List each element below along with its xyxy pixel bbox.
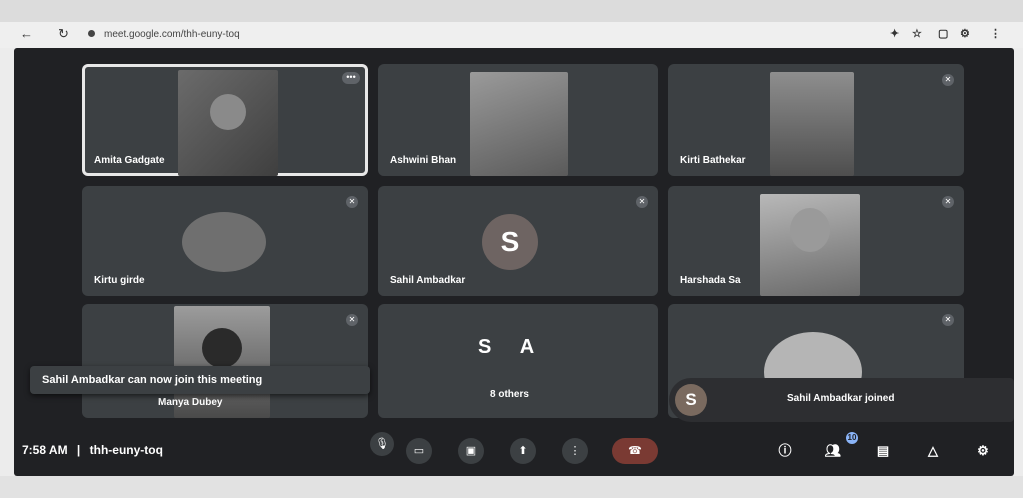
meeting-details-icon[interactable]: ⓘ (774, 440, 796, 462)
participant-tile[interactable]: ✕ Kirti Bathekar (668, 64, 964, 176)
meeting-time: 7:58 AM (22, 443, 68, 457)
present-screen-icon[interactable]: ⬆ (510, 438, 536, 464)
joined-message: Sahil Ambadkar joined (787, 393, 895, 404)
meeting-control-bar: 7:58 AM | thh-euny-toq 🎙︎ ▭ ▣ ⬆ ⋮ ☎ ⓘ 👥︎… (14, 428, 1014, 476)
captions-icon[interactable]: ▣ (458, 438, 484, 464)
end-call-button[interactable]: ☎ (612, 438, 658, 464)
participant-head (210, 94, 246, 130)
mic-muted-icon: ✕ (636, 196, 648, 208)
mic-muted-icon: ✕ (942, 314, 954, 326)
participant-tile[interactable]: ✕ Kirtu girde (82, 186, 368, 296)
separator: | (76, 443, 81, 457)
camera-toggle-icon[interactable]: ▭ (406, 438, 432, 464)
url-field[interactable]: meet.google.com/thh-euny-toq (104, 29, 240, 40)
joined-participant-avatar: S (675, 384, 707, 416)
participant-name: Ashwini Bhan (390, 155, 457, 166)
activities-icon[interactable]: △ (922, 440, 944, 462)
others-tile[interactable]: S A 8 others (378, 304, 658, 418)
participant-video (470, 72, 568, 176)
mic-muted-icon: ✕ (942, 74, 954, 86)
participant-tile[interactable]: ••• Amita Gadgate (82, 64, 368, 176)
participant-name: Amita Gadgate (94, 155, 165, 166)
mic-muted-icon: ✕ (346, 314, 358, 326)
translate-icon[interactable]: ☆ (912, 27, 922, 40)
meeting-stage: ••• Amita Gadgate Ashwini Bhan ✕ Kirti B… (14, 48, 1014, 476)
others-initials: S A (478, 336, 541, 358)
back-arrow-icon[interactable]: ← (20, 26, 33, 41)
screen-bottom-edge (0, 476, 1023, 498)
participant-name: Kirti Bathekar (680, 155, 746, 166)
mic-muted-icon: ✕ (942, 196, 954, 208)
more-options-icon[interactable]: ⋮ (562, 438, 588, 464)
participant-joined-notification: S Sahil Ambadkar joined (669, 378, 1014, 422)
chat-icon[interactable]: ▤ (872, 440, 894, 462)
participant-avatar (182, 212, 266, 272)
participant-name: Sahil Ambadkar (390, 275, 466, 286)
address-bar: ← ↻ meet.google.com/thh-euny-toq ✦ ☆ ▢ ⚙… (0, 22, 1023, 48)
participant-name: Manya Dubey (158, 397, 223, 408)
participant-head (790, 208, 830, 252)
window-icon[interactable]: ▢ (938, 27, 948, 40)
mic-toggle-icon[interactable]: 🎙︎ (370, 432, 394, 456)
participants-icon[interactable]: 👥︎ (822, 440, 844, 462)
participant-initial-avatar: S (482, 214, 538, 270)
site-info-icon[interactable] (88, 30, 95, 37)
mic-muted-icon: ✕ (346, 196, 358, 208)
participant-tile[interactable]: S ✕ Sahil Ambadkar (378, 186, 658, 296)
join-permission-toast: Sahil Ambadkar can now join this meeting (30, 366, 370, 394)
participant-name: Harshada Sa (680, 275, 741, 286)
participant-tile[interactable]: ✕ Manya Dubey (82, 304, 368, 418)
meeting-code: thh-euny-toq (89, 443, 163, 457)
participants-count-badge: 10 (846, 432, 858, 444)
participant-tile[interactable]: ✕ Harshada Sa (668, 186, 964, 296)
more-options-icon[interactable]: ••• (342, 72, 360, 84)
browser-tab-strip (0, 0, 1023, 22)
extension-icon[interactable]: ✦ (890, 27, 899, 40)
host-controls-icon[interactable]: ⚙ (972, 440, 994, 462)
participant-name: Kirtu girde (94, 275, 145, 286)
reload-icon[interactable]: ↻ (58, 26, 69, 42)
participant-head (202, 328, 242, 368)
menu-icon[interactable]: ⋮ (990, 27, 1001, 40)
participant-video (770, 72, 854, 176)
participant-tile[interactable]: Ashwini Bhan (378, 64, 658, 176)
extensions-puzzle-icon[interactable]: ⚙ (960, 27, 970, 40)
meeting-time-and-code: 7:58 AM | thh-euny-toq (22, 443, 163, 457)
others-count: 8 others (490, 389, 529, 400)
